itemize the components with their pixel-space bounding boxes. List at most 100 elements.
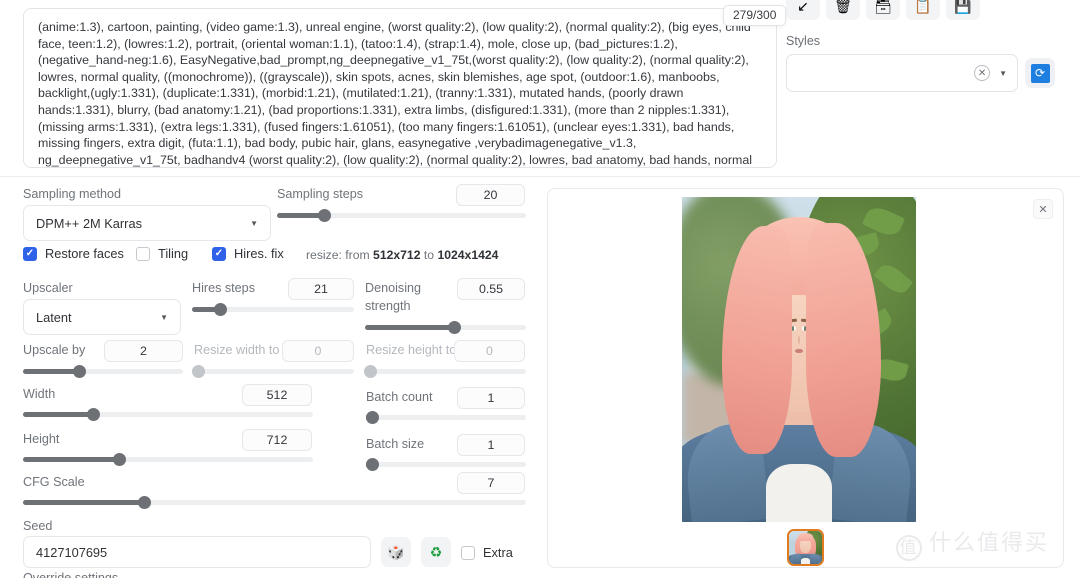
slider-thumb[interactable] xyxy=(447,321,461,334)
generated-image[interactable] xyxy=(682,197,916,522)
white-shirt xyxy=(766,463,832,522)
clipboard-icon[interactable]: 📋 xyxy=(906,0,940,20)
cfg-scale-label: CFG Scale xyxy=(23,475,85,489)
upscaler-value: Latent xyxy=(36,309,72,325)
mouth xyxy=(795,348,803,354)
watermark-text: 什么值得买 xyxy=(928,531,1049,556)
slider-thumb[interactable] xyxy=(192,365,205,378)
checkbox-box xyxy=(461,545,475,560)
override-settings-label: Override settings xyxy=(23,571,119,578)
tiling-checkbox[interactable]: Tiling xyxy=(136,246,188,261)
height-value[interactable]: 712 xyxy=(242,429,312,451)
resize-note: resize: from 512x712 to 1024x1424 xyxy=(306,248,498,262)
denoising-strength-slider[interactable] xyxy=(365,320,526,334)
slider-fill xyxy=(23,369,79,374)
sampling-method-value: DPM++ 2M Karras xyxy=(36,215,142,231)
batch-size-slider[interactable] xyxy=(366,457,526,471)
sampling-method-select[interactable]: DPM++ 2M Karras ▼ xyxy=(23,205,271,241)
slider-thumb[interactable] xyxy=(213,303,227,316)
sampling-steps-value[interactable]: 20 xyxy=(456,184,525,206)
slider-track xyxy=(366,462,526,467)
recycle-icon[interactable]: ♻ xyxy=(421,537,451,567)
batch-count-label: Batch count xyxy=(366,390,433,404)
upscale-by-label: Upscale by xyxy=(23,343,86,357)
slider-thumb[interactable] xyxy=(86,408,100,421)
resize-note-prefix: resize: from xyxy=(306,248,374,262)
slider-track xyxy=(366,369,526,374)
portrait-subject xyxy=(682,197,916,522)
chevron-down-icon[interactable]: ▼ xyxy=(999,69,1007,78)
slider-thumb[interactable] xyxy=(364,365,377,378)
hires-fix-label: Hires. fix xyxy=(234,246,284,261)
slider-thumb[interactable] xyxy=(366,411,379,424)
upscale-by-slider[interactable] xyxy=(23,364,183,378)
slider-thumb[interactable] xyxy=(137,496,151,509)
width-value[interactable]: 512 xyxy=(242,384,312,406)
slider-thumb[interactable] xyxy=(73,365,86,378)
floppy-disk-icon[interactable]: 💾 xyxy=(946,0,980,20)
chevron-down-icon: ▼ xyxy=(250,218,258,228)
batch-count-value[interactable]: 1 xyxy=(457,387,525,409)
cfg-scale-value[interactable]: 7 xyxy=(457,472,525,494)
resize-width-label: Resize width to xyxy=(194,343,280,357)
sampling-steps-slider[interactable] xyxy=(277,208,526,222)
denoising-strength-value[interactable]: 0.55 xyxy=(457,278,525,300)
arrow-down-left-icon[interactable]: ↙ xyxy=(786,0,820,20)
slider-fill xyxy=(23,412,93,417)
resize-width-value[interactable]: 0 xyxy=(282,340,354,362)
extra-label: Extra xyxy=(483,545,513,560)
batch-count-slider[interactable] xyxy=(366,410,526,424)
seed-label: Seed xyxy=(23,519,53,533)
checkbox-box xyxy=(136,246,150,261)
image-preview-panel: ✕ 值 什么值得买 xyxy=(547,188,1064,568)
slider-track xyxy=(194,369,354,374)
checkbox-box xyxy=(212,246,226,261)
height-slider[interactable] xyxy=(23,452,313,466)
slider-thumb[interactable] xyxy=(318,209,332,222)
restore-faces-checkbox[interactable]: Restore faces xyxy=(23,246,124,261)
styles-row: ✕ ▼ ⟳ xyxy=(780,54,1080,92)
upscale-by-value[interactable]: 2 xyxy=(104,340,183,362)
hires-steps-slider[interactable] xyxy=(192,302,354,316)
slider-thumb[interactable] xyxy=(366,458,379,471)
resize-to: 1024x1424 xyxy=(437,248,499,262)
width-slider[interactable] xyxy=(23,407,313,421)
top-right-panel: ↙ 🗑 🗃 📋 💾 Styles ✕ ▼ ⟳ xyxy=(780,0,1080,92)
resize-height-slider[interactable] xyxy=(364,364,526,378)
sampling-steps-label: Sampling steps xyxy=(277,187,364,201)
styles-dropdown[interactable]: ✕ ▼ xyxy=(786,54,1018,92)
checkbox-box xyxy=(23,246,37,261)
slider-fill xyxy=(277,213,325,218)
restore-faces-label: Restore faces xyxy=(45,246,124,261)
clear-icon[interactable]: ✕ xyxy=(974,65,991,81)
denoising-label-line2: strength xyxy=(365,299,411,313)
slider-track xyxy=(366,415,526,420)
card-file-box-icon[interactable]: 🗃 xyxy=(866,0,900,20)
close-icon[interactable]: ✕ xyxy=(1033,199,1053,219)
upscaler-select[interactable]: Latent ▼ xyxy=(23,299,181,335)
hires-steps-value[interactable]: 21 xyxy=(288,278,354,300)
extra-checkbox[interactable]: Extra xyxy=(461,545,513,560)
hair-top xyxy=(798,532,813,541)
width-label: Width xyxy=(23,387,56,401)
refresh-styles-button[interactable]: ⟳ xyxy=(1025,58,1055,88)
hires-fix-checkbox[interactable]: Hires. fix xyxy=(212,246,284,261)
negative-prompt-input[interactable]: (anime:1.3), cartoon, painting, (video g… xyxy=(23,8,777,168)
cfg-scale-slider[interactable] xyxy=(23,495,526,509)
section-divider xyxy=(0,176,1080,177)
resize-width-slider[interactable] xyxy=(192,364,354,378)
styles-label: Styles xyxy=(786,34,821,48)
slider-fill xyxy=(23,500,144,505)
trash-icon[interactable]: 🗑 xyxy=(826,0,860,20)
iris xyxy=(791,326,795,332)
image-thumbnail[interactable] xyxy=(787,529,824,566)
slider-fill xyxy=(23,457,119,462)
batch-size-value[interactable]: 1 xyxy=(457,434,525,456)
dice-icon[interactable]: 🎲 xyxy=(381,537,411,567)
seed-input[interactable]: 4127107695 xyxy=(23,536,371,568)
chevron-down-icon: ▼ xyxy=(160,312,168,322)
resize-height-value[interactable]: 0 xyxy=(454,340,525,362)
sampling-method-label: Sampling method xyxy=(23,187,122,201)
slider-thumb[interactable] xyxy=(112,453,126,466)
hires-steps-label: Hires steps xyxy=(192,281,255,295)
